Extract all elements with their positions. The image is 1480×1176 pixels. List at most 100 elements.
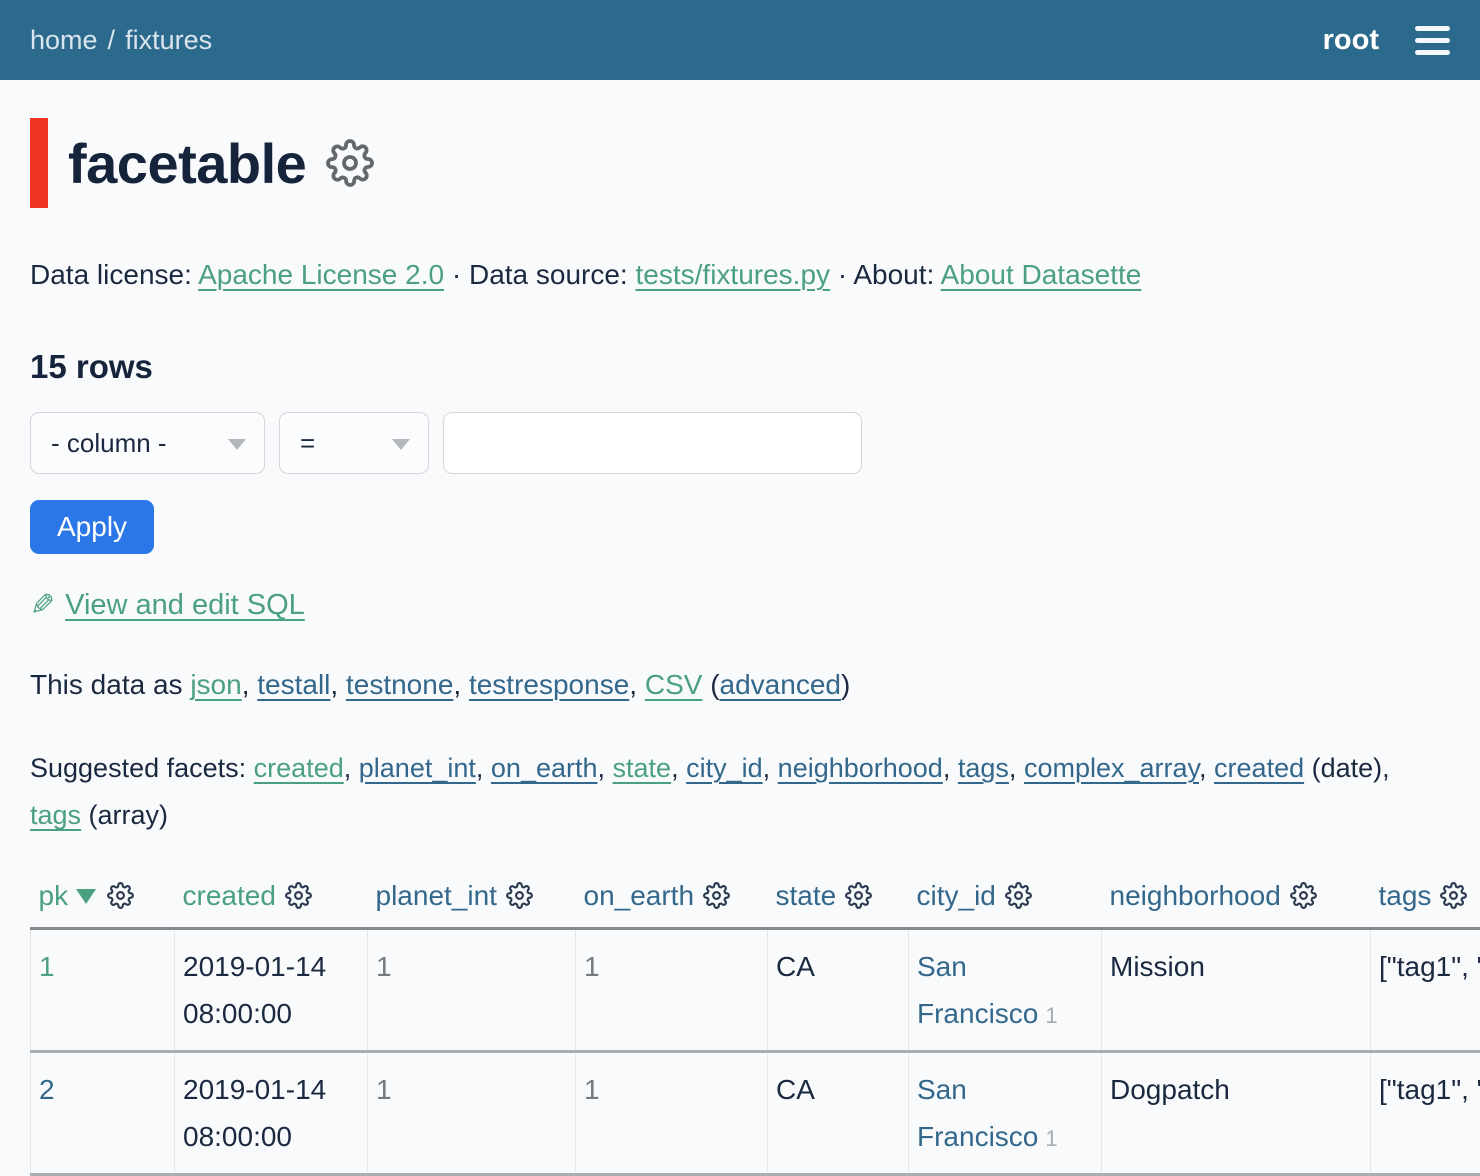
cell-city-id: San Francisco 1: [909, 928, 1102, 1051]
column-link-planet-int[interactable]: planet_int: [376, 880, 497, 911]
export-sep: ): [841, 669, 850, 700]
facets-prefix: Suggested facets:: [30, 753, 246, 783]
rows-table: pk created planet_int on_earth state: [30, 872, 1480, 1176]
column-link-on-earth[interactable]: on_earth: [584, 880, 695, 911]
column-link-tags[interactable]: tags: [1379, 880, 1432, 911]
cell-tags: ["tag1", "tag3"]: [1371, 1051, 1480, 1174]
export-link-testnone[interactable]: testnone: [346, 669, 453, 700]
source-link[interactable]: tests/fixtures.py: [636, 259, 831, 290]
table-header-row: pk created planet_int on_earth state: [31, 872, 1480, 929]
cell-city-id: San Francisco1: [909, 1051, 1102, 1174]
sql-row: ✎ View and edit SQL: [30, 588, 1450, 623]
filter-row: - column - =: [30, 412, 1450, 474]
breadcrumb-separator: /: [108, 25, 116, 56]
column-header-tags: tags: [1371, 872, 1480, 929]
facet-sep: (array): [81, 800, 168, 830]
facet-link-city-id[interactable]: city_id: [686, 753, 763, 783]
export-line: This data as json, testall, testnone, te…: [30, 669, 1450, 701]
view-edit-sql-link[interactable]: View and edit SQL: [65, 589, 305, 622]
top-nav-right: root: [1323, 24, 1450, 57]
table-gear-icon[interactable]: [326, 139, 374, 187]
cell-planet-int: 1: [368, 928, 576, 1051]
column-link-state[interactable]: state: [776, 880, 837, 911]
column-select-value: - column -: [51, 428, 167, 459]
apply-button[interactable]: Apply: [30, 500, 154, 554]
column-header-neighborhood: neighborhood: [1102, 872, 1371, 929]
column-gear-icon[interactable]: [845, 882, 872, 909]
column-header-on-earth: on_earth: [576, 872, 768, 929]
cell-created: 2019-01-14 08:00:00: [175, 928, 368, 1051]
column-gear-icon[interactable]: [703, 882, 730, 909]
facet-link-created[interactable]: created: [254, 753, 344, 783]
facet-link-planet-int[interactable]: planet_int: [359, 753, 476, 783]
metadata-separator: ·: [452, 259, 461, 290]
license-link[interactable]: Apache License 2.0: [198, 259, 444, 290]
column-select[interactable]: - column -: [30, 412, 265, 474]
column-gear-icon[interactable]: [1440, 882, 1467, 909]
export-link-testresponse[interactable]: testresponse: [469, 669, 629, 700]
breadcrumb-home-link[interactable]: home: [30, 25, 98, 56]
table-wrap: pk created planet_int on_earth state: [30, 872, 1450, 1176]
metadata-separator: ·: [838, 259, 847, 290]
export-link-testall[interactable]: testall: [257, 669, 330, 700]
cell-state: CA: [768, 1051, 909, 1174]
filter-value-input[interactable]: [443, 412, 862, 474]
facet-link-complex-array[interactable]: complex_array: [1024, 753, 1199, 783]
table-row: 2 2019-01-14 08:00:00 1 1 CA San Francis…: [31, 1051, 1480, 1174]
row-pk-link[interactable]: 2: [39, 1074, 55, 1105]
facet-link-created-date[interactable]: created: [1214, 753, 1304, 783]
title-row: facetable: [30, 118, 1450, 208]
export-link-json[interactable]: json: [190, 669, 241, 700]
row-count: 15 rows: [30, 348, 1450, 386]
cell-neighborhood: Mission: [1102, 928, 1371, 1051]
facet-sep: ,: [598, 753, 606, 783]
page-title: facetable: [68, 131, 306, 196]
hamburger-menu-icon[interactable]: [1415, 26, 1450, 55]
page-content: facetable Data license: Apache License 2…: [0, 118, 1480, 1176]
breadcrumb-fixtures-link[interactable]: fixtures: [125, 25, 212, 56]
foreign-key-id: 1: [1045, 1003, 1057, 1028]
logged-in-user[interactable]: root: [1323, 24, 1379, 57]
top-nav: home / fixtures root: [0, 0, 1480, 80]
operator-select-value: =: [300, 428, 315, 459]
facet-sep: ,: [671, 753, 679, 783]
title-accent-bar: [30, 118, 48, 208]
column-gear-icon[interactable]: [1290, 882, 1317, 909]
column-link-city-id[interactable]: city_id: [917, 880, 996, 911]
export-sep: ,: [629, 669, 637, 700]
cell-pk: 2: [31, 1051, 175, 1174]
table-row: 1 2019-01-14 08:00:00 1 1 CA San Francis…: [31, 928, 1480, 1051]
city-link[interactable]: San Francisco: [917, 1074, 1038, 1152]
column-gear-icon[interactable]: [285, 882, 312, 909]
column-link-pk[interactable]: pk: [39, 880, 69, 911]
metadata-line: Data license: Apache License 2.0 · Data …: [30, 254, 1450, 296]
column-header-city-id: city_id: [909, 872, 1102, 929]
column-link-neighborhood[interactable]: neighborhood: [1110, 880, 1281, 911]
operator-select[interactable]: =: [279, 412, 429, 474]
license-label: Data license:: [30, 259, 192, 290]
row-pk-link[interactable]: 1: [39, 951, 55, 982]
facet-link-state[interactable]: state: [613, 753, 672, 783]
column-link-created[interactable]: created: [183, 880, 276, 911]
column-gear-icon[interactable]: [1005, 882, 1032, 909]
facet-link-tags[interactable]: tags: [958, 753, 1009, 783]
about-link[interactable]: About Datasette: [941, 259, 1142, 290]
facet-link-neighborhood[interactable]: neighborhood: [778, 753, 943, 783]
breadcrumb: home / fixtures: [30, 25, 212, 56]
pencil-icon: ✎: [30, 588, 55, 623]
city-link[interactable]: San Francisco: [917, 951, 1038, 1029]
facet-link-on-earth[interactable]: on_earth: [491, 753, 598, 783]
export-sep: ,: [330, 669, 338, 700]
facet-sep: ,: [1009, 753, 1017, 783]
facet-sep: ,: [1199, 753, 1207, 783]
facet-sep: ,: [763, 753, 771, 783]
facet-sep: ,: [344, 753, 352, 783]
facet-link-tags-array[interactable]: tags: [30, 800, 81, 830]
cell-tags: ["tag1", "tag2"]: [1371, 928, 1480, 1051]
column-gear-icon[interactable]: [107, 882, 134, 909]
cell-neighborhood: Dogpatch: [1102, 1051, 1371, 1174]
column-gear-icon[interactable]: [506, 882, 533, 909]
export-sep: (: [702, 669, 719, 700]
export-link-csv[interactable]: CSV: [645, 669, 703, 700]
export-link-advanced[interactable]: advanced: [720, 669, 841, 700]
